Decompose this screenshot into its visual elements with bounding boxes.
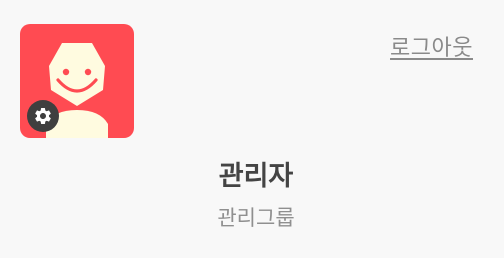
profile-avatar-container — [20, 24, 134, 138]
avatar-settings-button[interactable] — [27, 100, 59, 132]
logout-link[interactable]: 로그아웃 — [390, 30, 473, 62]
profile-name: 관리자 — [218, 161, 294, 192]
profile-group: 관리그룹 — [217, 206, 295, 230]
gear-icon — [35, 108, 51, 124]
